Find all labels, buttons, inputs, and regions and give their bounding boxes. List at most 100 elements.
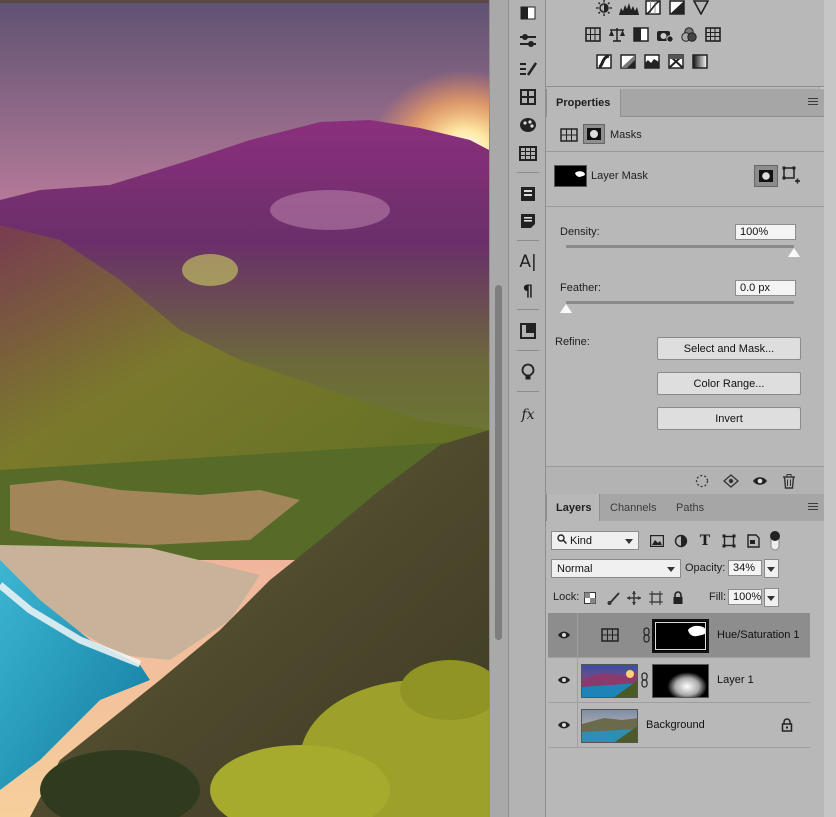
properties-footer (546, 466, 824, 494)
fx-styles-icon[interactable]: fx (516, 404, 540, 426)
lock-position-move-icon[interactable] (627, 591, 641, 605)
invert-icon[interactable] (595, 54, 612, 69)
adjustments-sliders-icon[interactable] (516, 30, 540, 52)
layer-1-mask-thumbnail[interactable] (652, 664, 709, 698)
character-icon[interactable]: A| (516, 251, 540, 273)
layer-filter-value: Kind (570, 534, 593, 547)
glyphs-icon[interactable] (516, 320, 540, 342)
load-selection-icon[interactable] (694, 473, 710, 489)
feather-slider-track[interactable] (566, 301, 794, 304)
libraries-icon[interactable] (516, 183, 540, 205)
opacity-dropdown[interactable] (764, 559, 779, 578)
curves-icon[interactable] (644, 0, 661, 15)
layer-row-background[interactable]: Background (548, 703, 810, 748)
canvas-vertical-scrollbar[interactable] (489, 0, 508, 817)
tab-channels[interactable]: Channels (601, 494, 665, 522)
tool-separator (517, 172, 539, 173)
layer-visibility-eye-icon[interactable] (557, 629, 571, 641)
document-canvas[interactable] (0, 0, 489, 817)
add-vector-mask-icon[interactable] (782, 166, 800, 184)
invert-button[interactable]: Invert (657, 407, 801, 430)
properties-panel-menu-icon[interactable] (808, 98, 818, 107)
hue-saturation-mask-thumbnail[interactable] (652, 619, 709, 653)
tab-properties[interactable]: Properties (546, 89, 621, 117)
opacity-field[interactable]: 34% (728, 560, 762, 576)
fill-field[interactable]: 100% (728, 589, 762, 605)
visibility-eye-icon[interactable] (752, 473, 768, 489)
color-range-button[interactable]: Color Range... (657, 372, 801, 395)
trash-icon[interactable] (781, 473, 797, 489)
selective-color-icon[interactable] (667, 54, 684, 69)
apply-mask-icon[interactable] (723, 473, 739, 489)
landscape-photo (0, 0, 489, 817)
filter-toggle-switch[interactable] (769, 530, 781, 552)
feather-field[interactable]: 0.0 px (735, 280, 796, 296)
lock-all-icon[interactable] (671, 591, 685, 605)
clone-source-icon[interactable] (516, 86, 540, 108)
search-icon (557, 534, 568, 547)
mask-link-chain-icon[interactable] (643, 627, 650, 643)
layer-row-hue-saturation[interactable]: Hue/Saturation 1 (548, 613, 810, 658)
layer-row-divider (577, 703, 578, 748)
background-lock-icon[interactable] (781, 718, 793, 732)
photo-filter-icon[interactable] (656, 27, 673, 43)
layer-mask-toggle-icon[interactable] (583, 124, 605, 144)
black-white-icon[interactable] (632, 27, 649, 42)
pixel-mask-icon[interactable] (560, 127, 578, 143)
filter-shape-icon[interactable] (721, 533, 737, 549)
select-layer-mask-icon[interactable] (754, 165, 778, 187)
select-and-mask-button[interactable]: Select and Mask... (657, 337, 801, 360)
color-lookup-icon[interactable] (704, 27, 721, 42)
canvas-scroll-thumb[interactable] (495, 285, 502, 640)
tab-layers[interactable]: Layers (546, 494, 600, 522)
hue-saturation-icon[interactable] (584, 27, 601, 42)
lock-image-brush-icon[interactable] (606, 591, 620, 605)
grid-table-icon[interactable] (516, 142, 540, 164)
gradient-panel-icon[interactable] (516, 2, 540, 24)
lock-artboard-icon[interactable] (649, 591, 663, 605)
tab-paths[interactable]: Paths (667, 494, 713, 522)
panel-icon-strip: A| ¶ fx (508, 0, 546, 817)
layer-visibility-eye-icon[interactable] (557, 674, 571, 686)
layers-panel-menu-icon[interactable] (808, 503, 818, 512)
filter-type-icon[interactable]: T (697, 533, 713, 549)
channel-mixer-icon[interactable] (680, 26, 697, 42)
threshold-icon[interactable] (643, 54, 660, 69)
density-slider-track[interactable] (566, 245, 794, 248)
layer-row-layer-1[interactable]: Layer 1 (548, 658, 810, 703)
notes-icon[interactable] (516, 210, 540, 232)
lock-label: Lock: (553, 591, 580, 603)
density-field[interactable]: 100% (735, 224, 796, 240)
filter-adjustment-icon[interactable] (673, 533, 689, 549)
fill-dropdown[interactable] (764, 588, 779, 607)
lock-transparent-icon[interactable] (583, 591, 597, 605)
vibrance-icon[interactable] (692, 0, 709, 15)
blend-mode-select[interactable]: Normal (551, 559, 681, 578)
filter-pixel-icon[interactable] (649, 533, 665, 549)
filter-smart-object-icon[interactable] (745, 533, 761, 549)
tool-separator (517, 309, 539, 310)
masks-label: Masks (610, 129, 642, 141)
properties-tabbar: Properties (546, 89, 824, 117)
opacity-label: Opacity: (685, 562, 726, 574)
mask-link-chain-icon[interactable] (641, 672, 648, 688)
layer-row-divider (577, 658, 578, 703)
brightness-contrast-icon[interactable] (595, 0, 612, 16)
color-swatches-icon[interactable] (516, 114, 540, 136)
brush-settings-icon[interactable] (516, 58, 540, 80)
color-balance-icon[interactable] (608, 27, 625, 42)
posterize-icon[interactable] (619, 54, 636, 69)
properties-panel: Masks Layer Mask Density: 100% Feather: … (546, 117, 824, 494)
gradient-map-icon[interactable] (691, 54, 708, 69)
bulb-icon[interactable] (516, 361, 540, 383)
feather-slider-thumb[interactable] (560, 304, 572, 313)
paragraph-icon[interactable]: ¶ (516, 279, 540, 301)
layer-name: Background (646, 719, 705, 731)
layer-mask-label: Layer Mask (591, 170, 648, 182)
layer-row-divider (577, 613, 578, 658)
density-slider-thumb[interactable] (788, 248, 800, 257)
levels-icon[interactable] (619, 0, 639, 15)
layer-filter-select[interactable]: Kind (551, 531, 639, 550)
layer-visibility-eye-icon[interactable] (557, 719, 571, 731)
exposure-icon[interactable] (668, 0, 685, 15)
